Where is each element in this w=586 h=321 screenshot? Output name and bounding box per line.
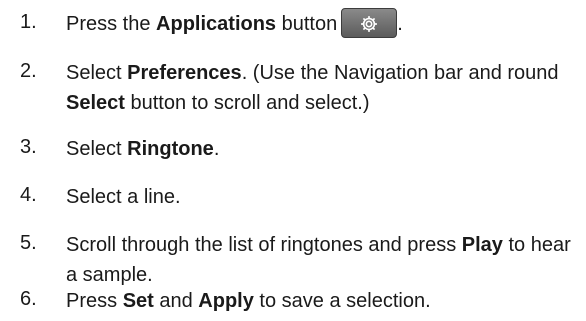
step-text-post: to save a selection. [253, 290, 431, 312]
step-number: 4. [20, 184, 37, 206]
step-number: 3. [20, 136, 37, 158]
step-text: Select a line. [66, 186, 181, 208]
step-text-pre: Select [66, 62, 128, 84]
step-text-post: . [213, 138, 220, 160]
step-text-trailing: . [397, 13, 403, 35]
step-text-pre: Select [66, 138, 128, 160]
step-text-pre: Scroll through the list of ringtones and… [66, 234, 462, 256]
play-label: Play [461, 234, 503, 256]
step-number: 2. [20, 60, 37, 82]
instruction-list: 1. Press the Applications button . 2. Se… [0, 0, 586, 321]
applications-label: Applications [156, 13, 277, 35]
step-text-post2: button to scroll and select.) [124, 92, 370, 114]
step-text: Select Preferences. (Use the Navigation … [66, 58, 571, 118]
step-number: 5. [20, 232, 37, 254]
step-text: Scroll through the list of ringtones and… [66, 230, 571, 290]
step-text-pre: Press [66, 290, 123, 312]
step-number: 6. [20, 288, 37, 310]
applications-button[interactable] [341, 7, 398, 38]
step-text-post: . (Use the Navigation bar and round [241, 62, 559, 84]
apply-label: Apply [198, 290, 254, 312]
ringtone-label: Ringtone [127, 138, 214, 160]
gear-icon [361, 15, 378, 32]
step-text: Press Set and Apply to save a selection. [66, 286, 571, 316]
select-label: Select [66, 92, 125, 114]
step-text-mid: and [153, 290, 199, 312]
step-number: 1. [20, 11, 37, 33]
step-text-post: button [276, 13, 338, 35]
step-text: Press the Applications button . [66, 7, 571, 39]
step-text: Select Ringtone. [66, 134, 571, 164]
preferences-label: Preferences [127, 62, 242, 84]
step-text-pre: Press the [66, 13, 157, 35]
set-label: Set [122, 290, 154, 312]
